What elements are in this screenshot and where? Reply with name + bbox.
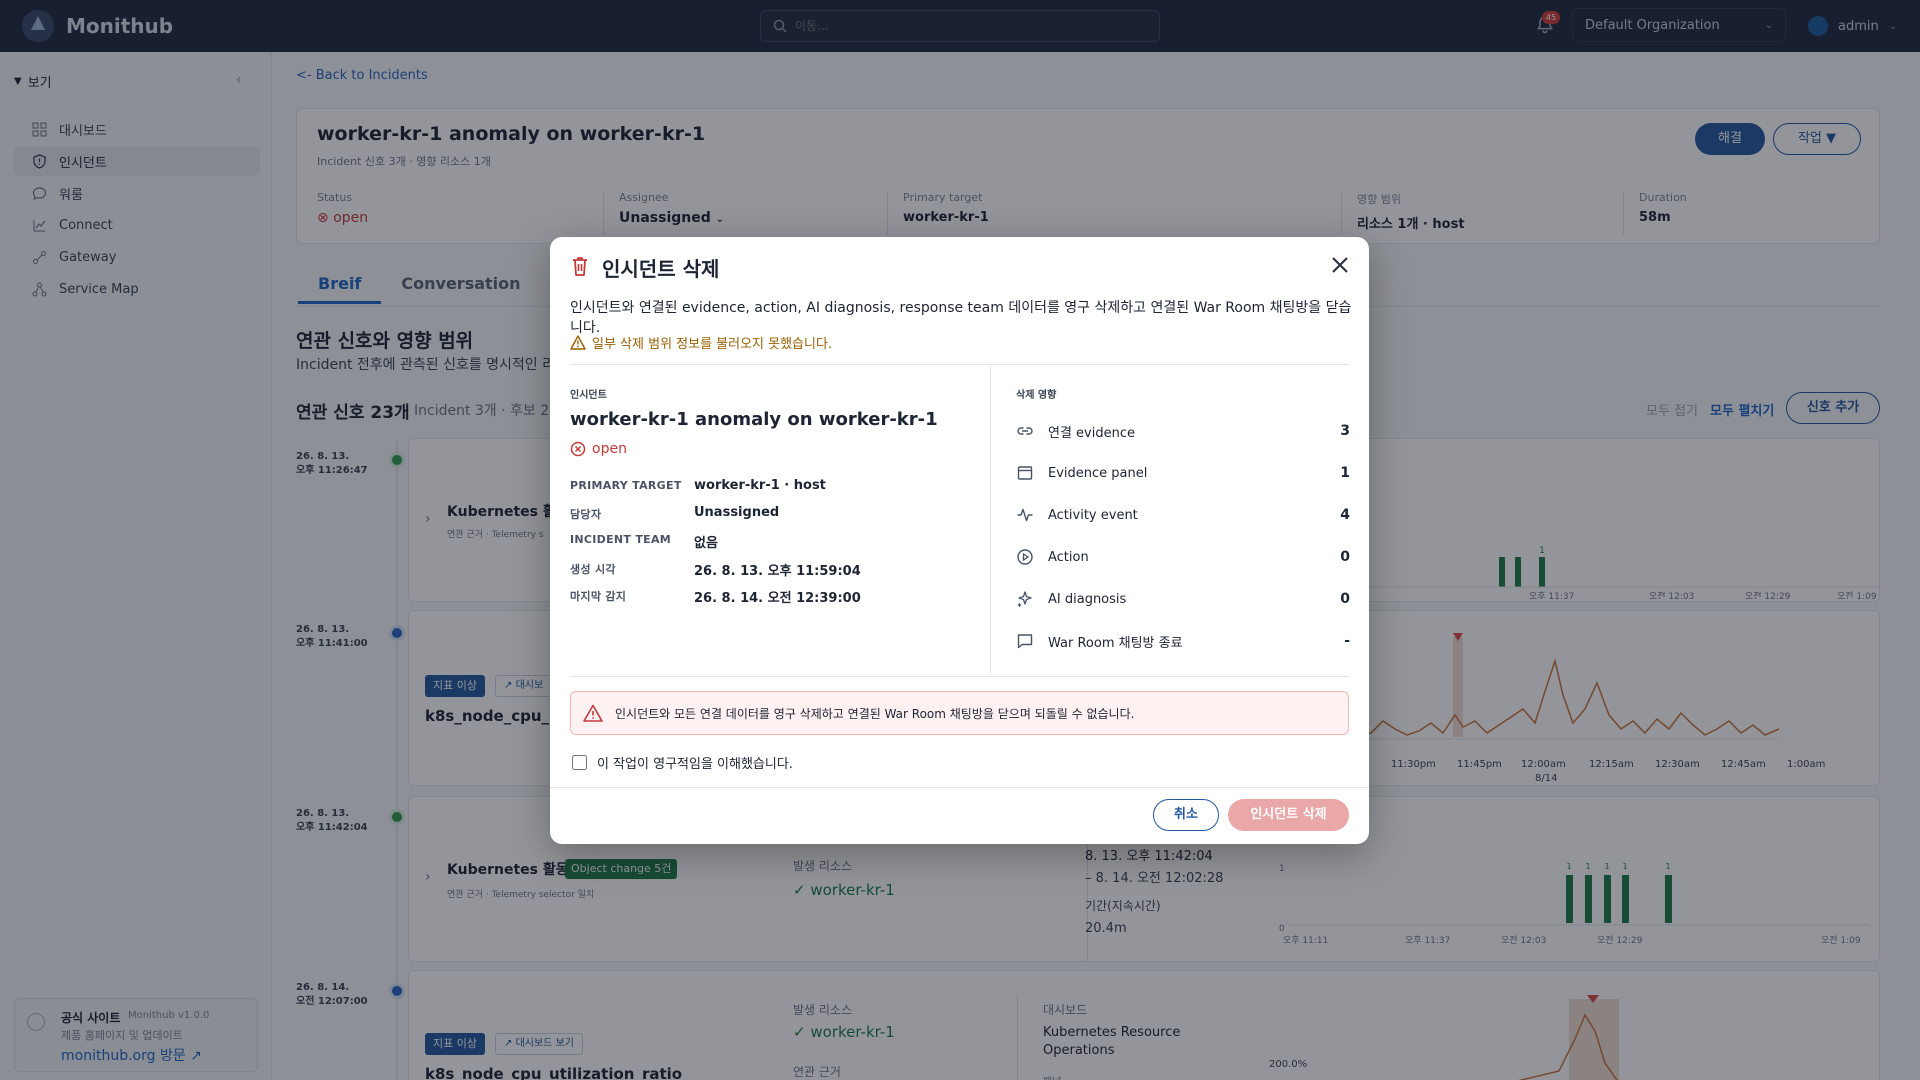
field-key: 마지막 감지 xyxy=(570,590,627,603)
impact-count: - xyxy=(1344,633,1350,649)
impact-row: Evidence panel 1 xyxy=(1016,463,1350,483)
scope-warning-text: 일부 삭제 범위 정보를 불러오지 못했습니다. xyxy=(592,337,833,352)
modal-incident-title: worker-kr-1 anomaly on worker-kr-1 xyxy=(570,409,938,430)
field-value: 없음 xyxy=(694,536,718,551)
impact-label: 연결 evidence xyxy=(1048,425,1135,441)
impact-label: Action xyxy=(1048,549,1089,565)
irreversible-warning-text: 인시던트와 모든 연결 데이터를 영구 삭제하고 연결된 War Room 채팅… xyxy=(615,706,1135,721)
irreversible-warning: 인시던트와 모든 연결 데이터를 영구 삭제하고 연결된 War Room 채팅… xyxy=(570,691,1349,735)
warning-icon xyxy=(583,704,603,722)
delete-incident-button[interactable]: 인시던트 삭제 xyxy=(1228,799,1349,831)
impact-label: Evidence panel xyxy=(1048,465,1148,481)
impact-count: 0 xyxy=(1340,549,1350,565)
modal-footer-divider xyxy=(550,787,1369,788)
impact-row: War Room 채팅방 종료 - xyxy=(1016,631,1350,651)
confirm-checkbox-label: 이 작업이 영구적임을 이해했습니다. xyxy=(597,757,793,772)
error-circle-icon xyxy=(570,441,586,457)
modal-title: 인시던트 삭제 xyxy=(602,257,720,281)
modal-divider xyxy=(570,676,1349,677)
close-icon[interactable] xyxy=(1328,253,1352,277)
impact-row: Activity event 4 xyxy=(1016,505,1350,525)
warning-icon xyxy=(570,335,586,350)
scope-warning: 일부 삭제 범위 정보를 불러오지 못했습니다. xyxy=(570,333,832,352)
modal-divider xyxy=(570,364,1349,365)
trash-icon xyxy=(573,257,587,276)
field-key: PRIMARY TARGET xyxy=(570,479,682,492)
cancel-button[interactable]: 취소 xyxy=(1153,799,1219,831)
impact-row: 연결 evidence 3 xyxy=(1016,421,1350,441)
link-icon xyxy=(1017,427,1033,435)
impact-label: AI diagnosis xyxy=(1048,591,1127,607)
field-key: 담당자 xyxy=(570,508,602,521)
impact-count: 3 xyxy=(1340,423,1350,439)
delete-incident-modal: 인시던트 삭제 인시던트와 연결된 evidence, action, AI d… xyxy=(550,237,1369,844)
field-key: 생성 시각 xyxy=(570,563,616,576)
confirm-checkbox-input[interactable] xyxy=(572,755,587,770)
activity-icon xyxy=(1017,508,1033,522)
play-icon xyxy=(1017,549,1033,565)
confirm-permanent-checkbox[interactable]: 이 작업이 영구적임을 이해했습니다. xyxy=(572,753,793,772)
incident-section-label: 인시던트 xyxy=(570,390,607,401)
impact-label: War Room 채팅방 종료 xyxy=(1048,635,1183,651)
field-value: worker-kr-1 · host xyxy=(694,478,826,493)
sparkle-icon xyxy=(1017,591,1032,608)
impact-count: 0 xyxy=(1340,591,1350,607)
impact-count: 1 xyxy=(1340,465,1350,481)
modal-status-text: open xyxy=(592,441,627,457)
modal-column-divider xyxy=(990,365,991,675)
field-key: INCIDENT TEAM xyxy=(570,533,672,546)
impact-row: Action 0 xyxy=(1016,547,1350,567)
impact-count: 4 xyxy=(1340,507,1350,523)
field-value: Unassigned xyxy=(694,505,780,520)
impact-label: Activity event xyxy=(1048,507,1138,523)
modal-status-badge: open xyxy=(570,441,627,457)
chat-icon xyxy=(1017,634,1033,649)
panel-icon xyxy=(1017,466,1033,480)
modal-description: 인시던트와 연결된 evidence, action, AI diagnosis… xyxy=(570,300,1352,336)
field-value: 26. 8. 14. 오전 12:39:00 xyxy=(694,591,861,606)
impact-section-label: 삭제 영향 xyxy=(1016,390,1057,401)
field-value: 26. 8. 13. 오후 11:59:04 xyxy=(694,564,861,579)
impact-row: AI diagnosis 0 xyxy=(1016,589,1350,609)
